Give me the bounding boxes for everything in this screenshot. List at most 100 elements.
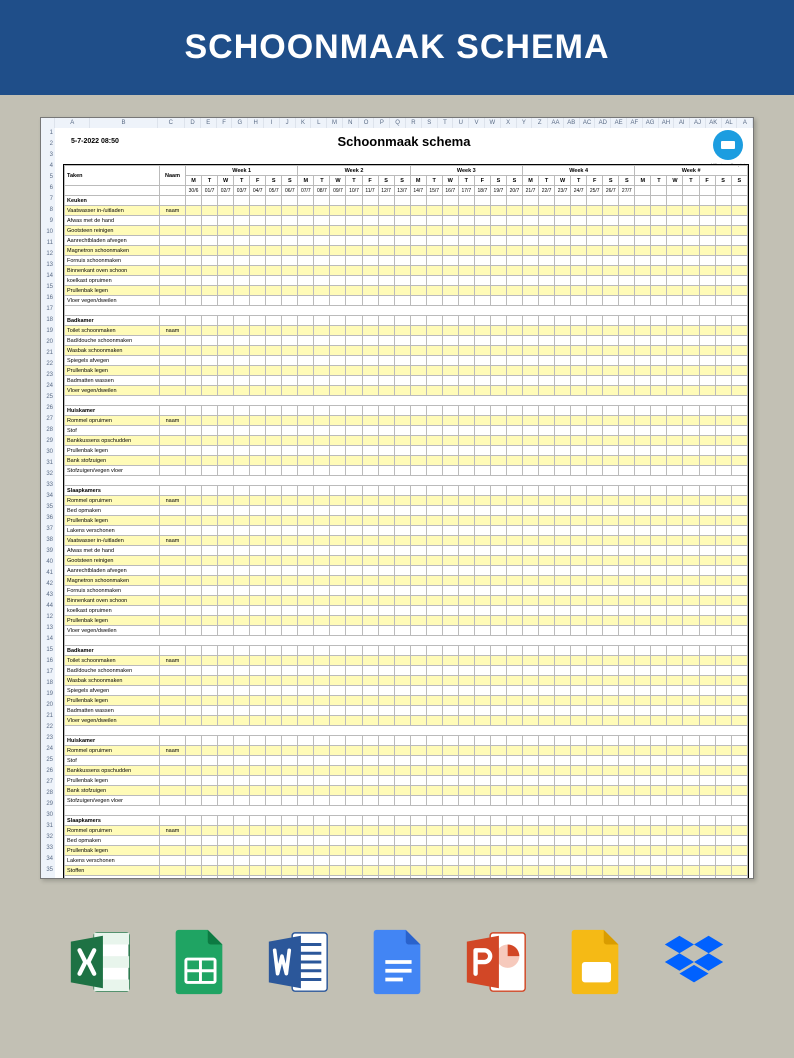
task-day-cell[interactable] — [426, 586, 442, 596]
task-day-cell[interactable] — [522, 666, 538, 676]
task-day-cell[interactable] — [298, 506, 314, 516]
task-day-cell[interactable] — [587, 296, 603, 306]
task-day-cell[interactable] — [683, 856, 699, 866]
task-day-cell[interactable] — [506, 826, 522, 836]
task-day-cell[interactable] — [362, 876, 378, 880]
task-day-cell[interactable] — [346, 666, 362, 676]
task-day-cell[interactable] — [378, 366, 394, 376]
task-day-cell[interactable] — [314, 226, 330, 236]
task-day-cell[interactable] — [426, 676, 442, 686]
task-day-cell[interactable] — [410, 826, 426, 836]
task-day-cell[interactable] — [522, 796, 538, 806]
task-day-cell[interactable] — [266, 566, 282, 576]
task-day-cell[interactable] — [683, 296, 699, 306]
task-day-cell[interactable] — [378, 206, 394, 216]
task-day-cell[interactable] — [587, 846, 603, 856]
task-day-cell[interactable] — [266, 336, 282, 346]
task-day-cell[interactable] — [234, 596, 250, 606]
task-day-cell[interactable] — [715, 566, 731, 576]
task-day-cell[interactable] — [330, 756, 346, 766]
task-day-cell[interactable] — [250, 226, 266, 236]
task-day-cell[interactable] — [410, 866, 426, 876]
task-day-cell[interactable] — [458, 856, 474, 866]
task-day-cell[interactable] — [298, 336, 314, 346]
task-day-cell[interactable] — [218, 296, 234, 306]
task-day-cell[interactable] — [346, 716, 362, 726]
task-day-cell[interactable] — [683, 386, 699, 396]
task-day-cell[interactable] — [458, 796, 474, 806]
task-day-cell[interactable] — [619, 566, 635, 576]
task-day-cell[interactable] — [603, 266, 619, 276]
task-day-cell[interactable] — [362, 356, 378, 366]
task-day-cell[interactable] — [458, 586, 474, 596]
task-day-cell[interactable] — [715, 516, 731, 526]
task-day-cell[interactable] — [474, 376, 490, 386]
task-day-cell[interactable] — [426, 236, 442, 246]
task-day-cell[interactable] — [314, 876, 330, 880]
task-day-cell[interactable] — [314, 526, 330, 536]
task-day-cell[interactable] — [234, 626, 250, 636]
task-day-cell[interactable] — [571, 566, 587, 576]
task-day-cell[interactable] — [506, 846, 522, 856]
task-day-cell[interactable] — [555, 506, 571, 516]
task-name-cell[interactable] — [160, 706, 186, 716]
task-day-cell[interactable] — [539, 426, 555, 436]
task-day-cell[interactable] — [603, 656, 619, 666]
task-day-cell[interactable] — [587, 786, 603, 796]
task-day-cell[interactable] — [522, 556, 538, 566]
task-day-cell[interactable] — [330, 856, 346, 866]
task-day-cell[interactable] — [635, 826, 651, 836]
task-day-cell[interactable] — [266, 796, 282, 806]
task-day-cell[interactable] — [667, 296, 683, 306]
task-day-cell[interactable] — [603, 206, 619, 216]
task-day-cell[interactable] — [346, 336, 362, 346]
task-day-cell[interactable] — [587, 756, 603, 766]
task-day-cell[interactable] — [651, 516, 667, 526]
task-day-cell[interactable] — [539, 226, 555, 236]
task-day-cell[interactable] — [346, 256, 362, 266]
task-day-cell[interactable] — [490, 526, 506, 536]
task-day-cell[interactable] — [506, 786, 522, 796]
task-day-cell[interactable] — [378, 326, 394, 336]
task-day-cell[interactable] — [394, 346, 410, 356]
task-day-cell[interactable] — [314, 776, 330, 786]
task-day-cell[interactable] — [635, 706, 651, 716]
task-day-cell[interactable] — [218, 606, 234, 616]
task-day-cell[interactable] — [298, 356, 314, 366]
task-day-cell[interactable] — [314, 746, 330, 756]
task-day-cell[interactable] — [731, 866, 747, 876]
task-day-cell[interactable] — [234, 756, 250, 766]
task-day-cell[interactable] — [458, 416, 474, 426]
task-day-cell[interactable] — [571, 236, 587, 246]
task-day-cell[interactable] — [490, 876, 506, 880]
task-day-cell[interactable] — [699, 356, 715, 366]
task-day-cell[interactable] — [506, 416, 522, 426]
task-day-cell[interactable] — [378, 416, 394, 426]
task-day-cell[interactable] — [266, 746, 282, 756]
task-day-cell[interactable] — [218, 696, 234, 706]
task-day-cell[interactable] — [571, 436, 587, 446]
task-day-cell[interactable] — [314, 376, 330, 386]
task-day-cell[interactable] — [603, 276, 619, 286]
task-day-cell[interactable] — [362, 336, 378, 346]
task-day-cell[interactable] — [699, 656, 715, 666]
task-day-cell[interactable] — [378, 836, 394, 846]
task-day-cell[interactable] — [314, 546, 330, 556]
task-day-cell[interactable] — [330, 276, 346, 286]
task-day-cell[interactable] — [282, 386, 298, 396]
task-day-cell[interactable] — [571, 686, 587, 696]
task-day-cell[interactable] — [539, 236, 555, 246]
task-day-cell[interactable] — [555, 666, 571, 676]
task-day-cell[interactable] — [683, 276, 699, 286]
task-day-cell[interactable] — [234, 836, 250, 846]
task-day-cell[interactable] — [603, 386, 619, 396]
task-day-cell[interactable] — [683, 756, 699, 766]
task-day-cell[interactable] — [218, 586, 234, 596]
task-day-cell[interactable] — [234, 546, 250, 556]
task-day-cell[interactable] — [474, 456, 490, 466]
task-day-cell[interactable] — [683, 256, 699, 266]
task-day-cell[interactable] — [603, 836, 619, 846]
task-day-cell[interactable] — [731, 706, 747, 716]
task-day-cell[interactable] — [346, 346, 362, 356]
task-day-cell[interactable] — [186, 446, 202, 456]
